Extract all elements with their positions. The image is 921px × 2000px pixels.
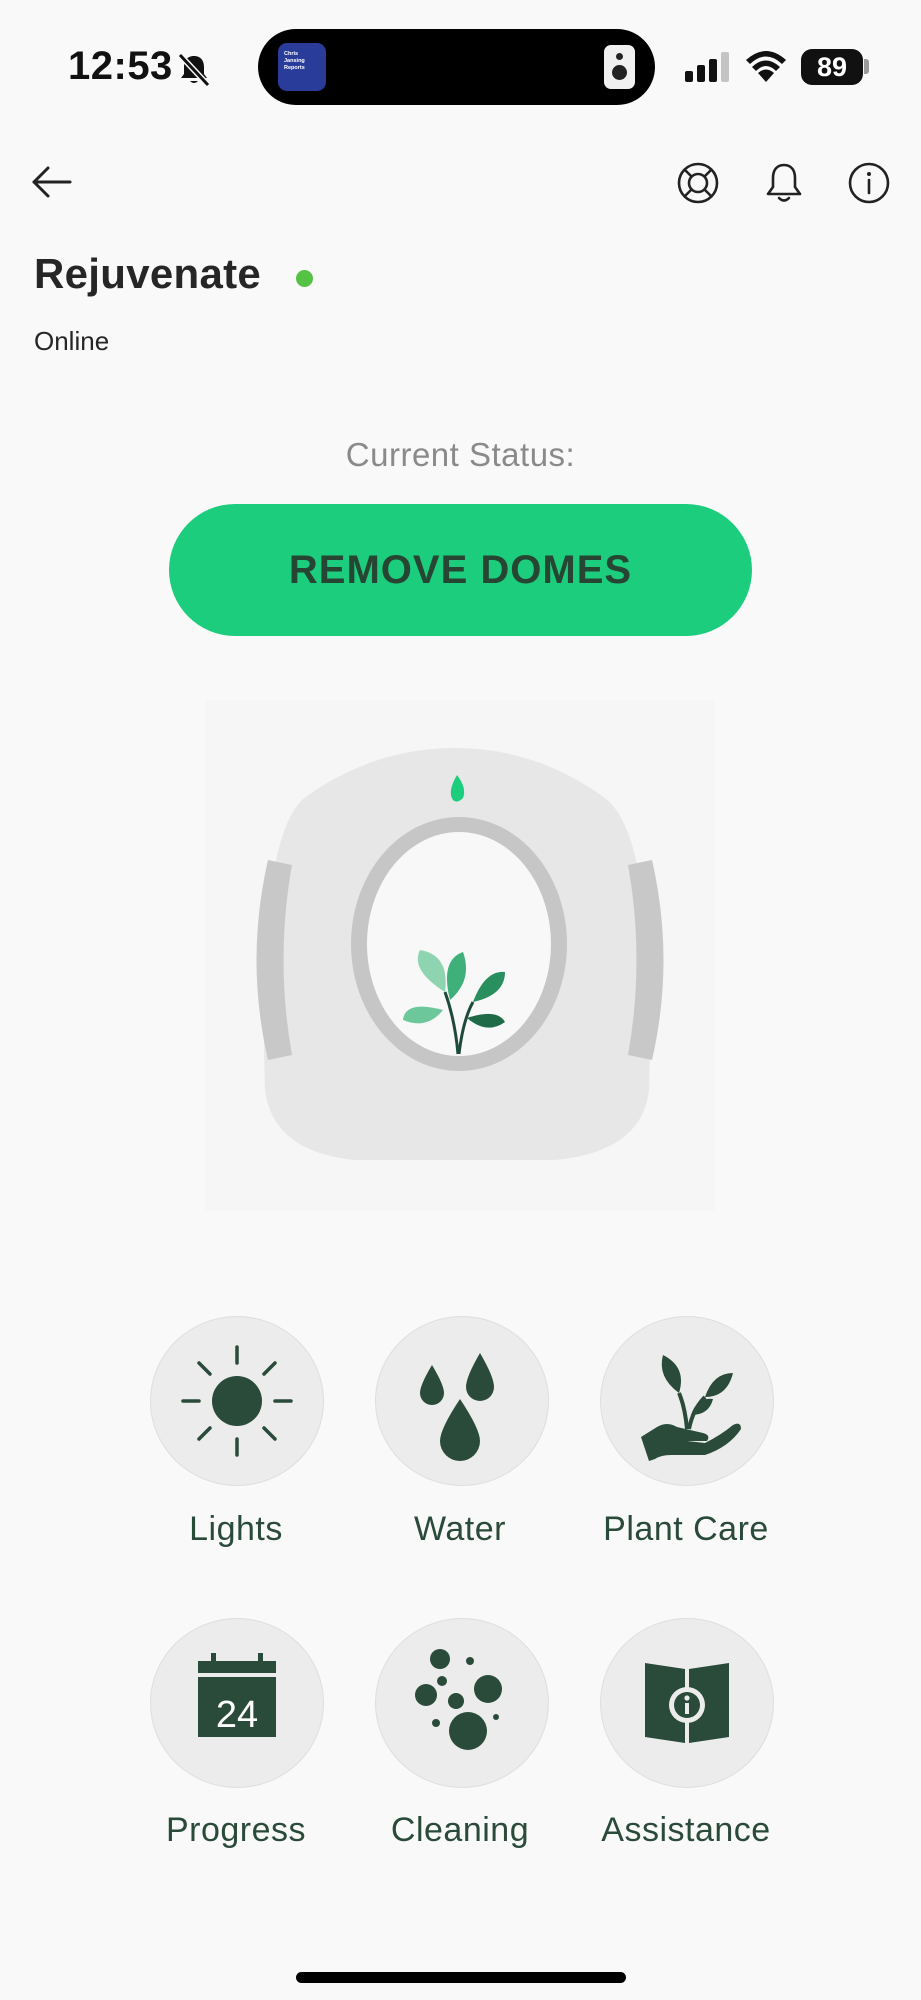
island-app-icon: Chris Jansing Reports: [278, 43, 326, 91]
home-indicator[interactable]: [296, 1972, 626, 1983]
info-book-icon: [645, 1663, 729, 1743]
status-time: 12:53: [68, 44, 173, 88]
info-icon[interactable]: [846, 160, 892, 206]
water-label: Water: [414, 1510, 506, 1548]
plant-hand-icon: [641, 1355, 741, 1461]
assistance-label: Assistance: [601, 1811, 771, 1849]
current-status-label: Current Status:: [345, 436, 576, 473]
bell-icon[interactable]: [761, 160, 807, 206]
sun-icon: [181, 1345, 293, 1457]
lights-button[interactable]: [150, 1316, 324, 1486]
cleaning-button[interactable]: [375, 1618, 549, 1788]
progress-label: Progress: [165, 1811, 307, 1849]
plant-care-button[interactable]: [600, 1316, 774, 1486]
cleaning-label: Cleaning: [390, 1811, 530, 1849]
cellular-signal-icon: [685, 52, 729, 82]
bubbles-icon: [415, 1649, 502, 1750]
connection-status: Online: [34, 326, 110, 356]
calendar-icon: 24: [198, 1653, 276, 1737]
status-pill-button[interactable]: REMOVE DOMES: [169, 504, 752, 636]
device-title: Rejuvenate: [34, 250, 262, 297]
island-app-text: Chris Jansing Reports: [284, 51, 305, 71]
garden-device-illustration: [205, 700, 715, 1210]
plant-care-label: Plant Care: [603, 1510, 769, 1548]
progress-button[interactable]: 24: [150, 1618, 324, 1788]
water-drops-icon: [420, 1353, 494, 1461]
bell-slash-icon: [177, 52, 211, 88]
assistance-button[interactable]: [600, 1618, 774, 1788]
online-indicator: [296, 270, 313, 287]
wifi-icon: [746, 51, 786, 82]
battery-indicator: 89: [801, 49, 863, 85]
lights-label: Lights: [189, 1510, 283, 1548]
battery-cap: [864, 59, 869, 74]
water-button[interactable]: [375, 1316, 549, 1486]
back-arrow-icon[interactable]: [28, 162, 76, 202]
lifebuoy-icon[interactable]: [675, 160, 721, 206]
calendar-day: 24: [216, 1694, 258, 1736]
speaker-icon: [604, 45, 635, 89]
dynamic-island: Chris Jansing Reports: [258, 29, 655, 105]
